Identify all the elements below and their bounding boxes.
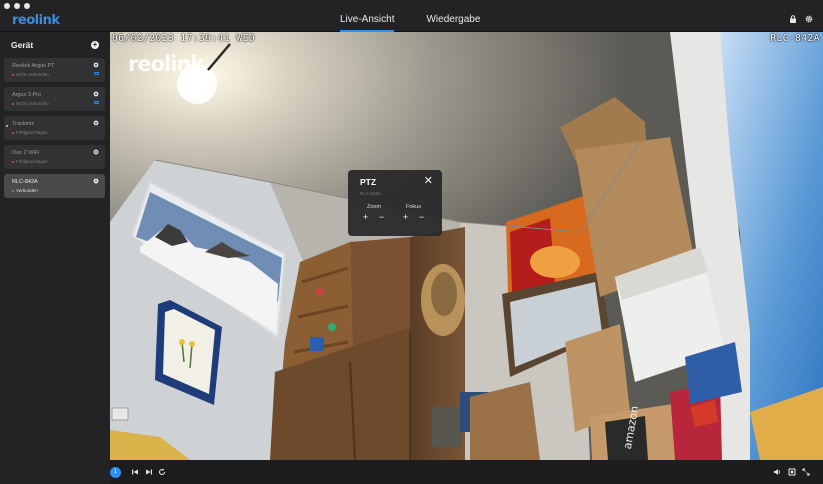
focus-in-button[interactable]: +	[401, 213, 410, 222]
device-settings-icon[interactable]	[93, 149, 99, 155]
close-icon[interactable]: ✕	[424, 176, 433, 187]
selection-marker	[6, 125, 8, 127]
device-name: Argus 3 Pro	[12, 92, 42, 98]
status-dot-icon	[12, 189, 14, 192]
zoom-out-button[interactable]: −	[377, 213, 386, 222]
window-close-button[interactable]	[4, 3, 10, 9]
title-bar: reolink Live-Ansicht Wiedergabe	[0, 0, 823, 32]
sidebar-item-trackmix[interactable]: Trackmix Fehlgeschlagen	[4, 116, 105, 140]
device-status: Verbunden	[12, 188, 38, 193]
channel-badge[interactable]: 1	[110, 467, 121, 478]
sidebar-item-rlc-842a[interactable]: RLC-842A Verbunden	[4, 174, 105, 198]
device-sidebar: Gerät + Reolink Argus PT Nicht verbunden…	[0, 32, 110, 484]
window-zoom-button[interactable]	[24, 3, 30, 9]
screenshot-icon[interactable]	[788, 468, 796, 476]
tab-playback[interactable]: Wiedergabe	[426, 14, 480, 32]
zoom-label: Zoom	[367, 204, 382, 210]
window-controls	[4, 3, 30, 9]
sidebar-item-duo-2-wifi[interactable]: Duo 2 WiFi Fehlgeschlagen	[4, 145, 105, 169]
status-dot-icon	[12, 160, 14, 163]
timestamp-overlay: 06/02/2023 17:39:41 WED	[112, 33, 256, 44]
device-status: Nicht verbunden	[12, 72, 49, 77]
plus-icon: +	[92, 40, 98, 49]
ptz-device-name: RLC-842A	[360, 191, 382, 196]
status-dot-icon	[12, 73, 14, 76]
battery-icon	[94, 101, 99, 104]
device-name: Trackmix	[12, 121, 35, 127]
device-status: Nicht verbunden	[12, 101, 49, 106]
zoom-in-button[interactable]: +	[361, 213, 370, 222]
gear-icon[interactable]	[805, 15, 813, 23]
top-right-icons	[789, 15, 813, 23]
camera-scene: amazon	[110, 32, 823, 460]
sidebar-item-argus-3-pro[interactable]: Argus 3 Pro Nicht verbunden	[4, 87, 105, 111]
reolink-watermark: reolink	[128, 52, 204, 76]
device-status: Fehlgeschlagen	[12, 130, 48, 135]
tab-live-view[interactable]: Live-Ansicht	[340, 14, 395, 32]
main-tabs: Live-Ansicht Wiedergabe	[340, 14, 480, 32]
sidebar-item-reolink-argus-pt[interactable]: Reolink Argus PT Nicht verbunden	[4, 58, 105, 82]
camera-name-overlay: RLC-842A	[770, 33, 820, 44]
sidebar-title: Gerät	[11, 40, 34, 50]
refresh-icon[interactable]	[158, 468, 166, 476]
device-name: Reolink Argus PT	[12, 63, 55, 69]
ptz-panel: PTZ ✕ RLC-842A Zoom Fokus + − + −	[348, 170, 442, 236]
fullscreen-icon[interactable]	[802, 468, 810, 476]
skip-forward-icon[interactable]	[145, 468, 153, 476]
bottom-control-bar: 1	[110, 460, 823, 484]
skip-back-icon[interactable]	[131, 468, 139, 476]
device-settings-icon[interactable]	[93, 120, 99, 126]
device-settings-icon[interactable]	[93, 178, 99, 184]
focus-label: Fokus	[406, 204, 421, 210]
speaker-icon[interactable]	[773, 468, 781, 476]
ptz-title: PTZ	[360, 177, 377, 187]
live-video-feed[interactable]: amazon 06/02/2023 17:39:41 WED RLC-842A …	[110, 32, 823, 460]
battery-icon	[94, 72, 99, 75]
add-device-button[interactable]: +	[91, 41, 99, 49]
device-name: Duo 2 WiFi	[12, 150, 40, 156]
focus-out-button[interactable]: −	[417, 213, 426, 222]
status-dot-icon	[12, 131, 14, 134]
device-status: Fehlgeschlagen	[12, 159, 48, 164]
device-settings-icon[interactable]	[93, 62, 99, 68]
device-name: RLC-842A	[12, 179, 38, 185]
window-minimize-button[interactable]	[14, 3, 20, 9]
status-dot-icon	[12, 102, 14, 105]
device-settings-icon[interactable]	[93, 91, 99, 97]
lock-icon[interactable]	[789, 15, 797, 23]
app-logo: reolink	[12, 13, 60, 28]
